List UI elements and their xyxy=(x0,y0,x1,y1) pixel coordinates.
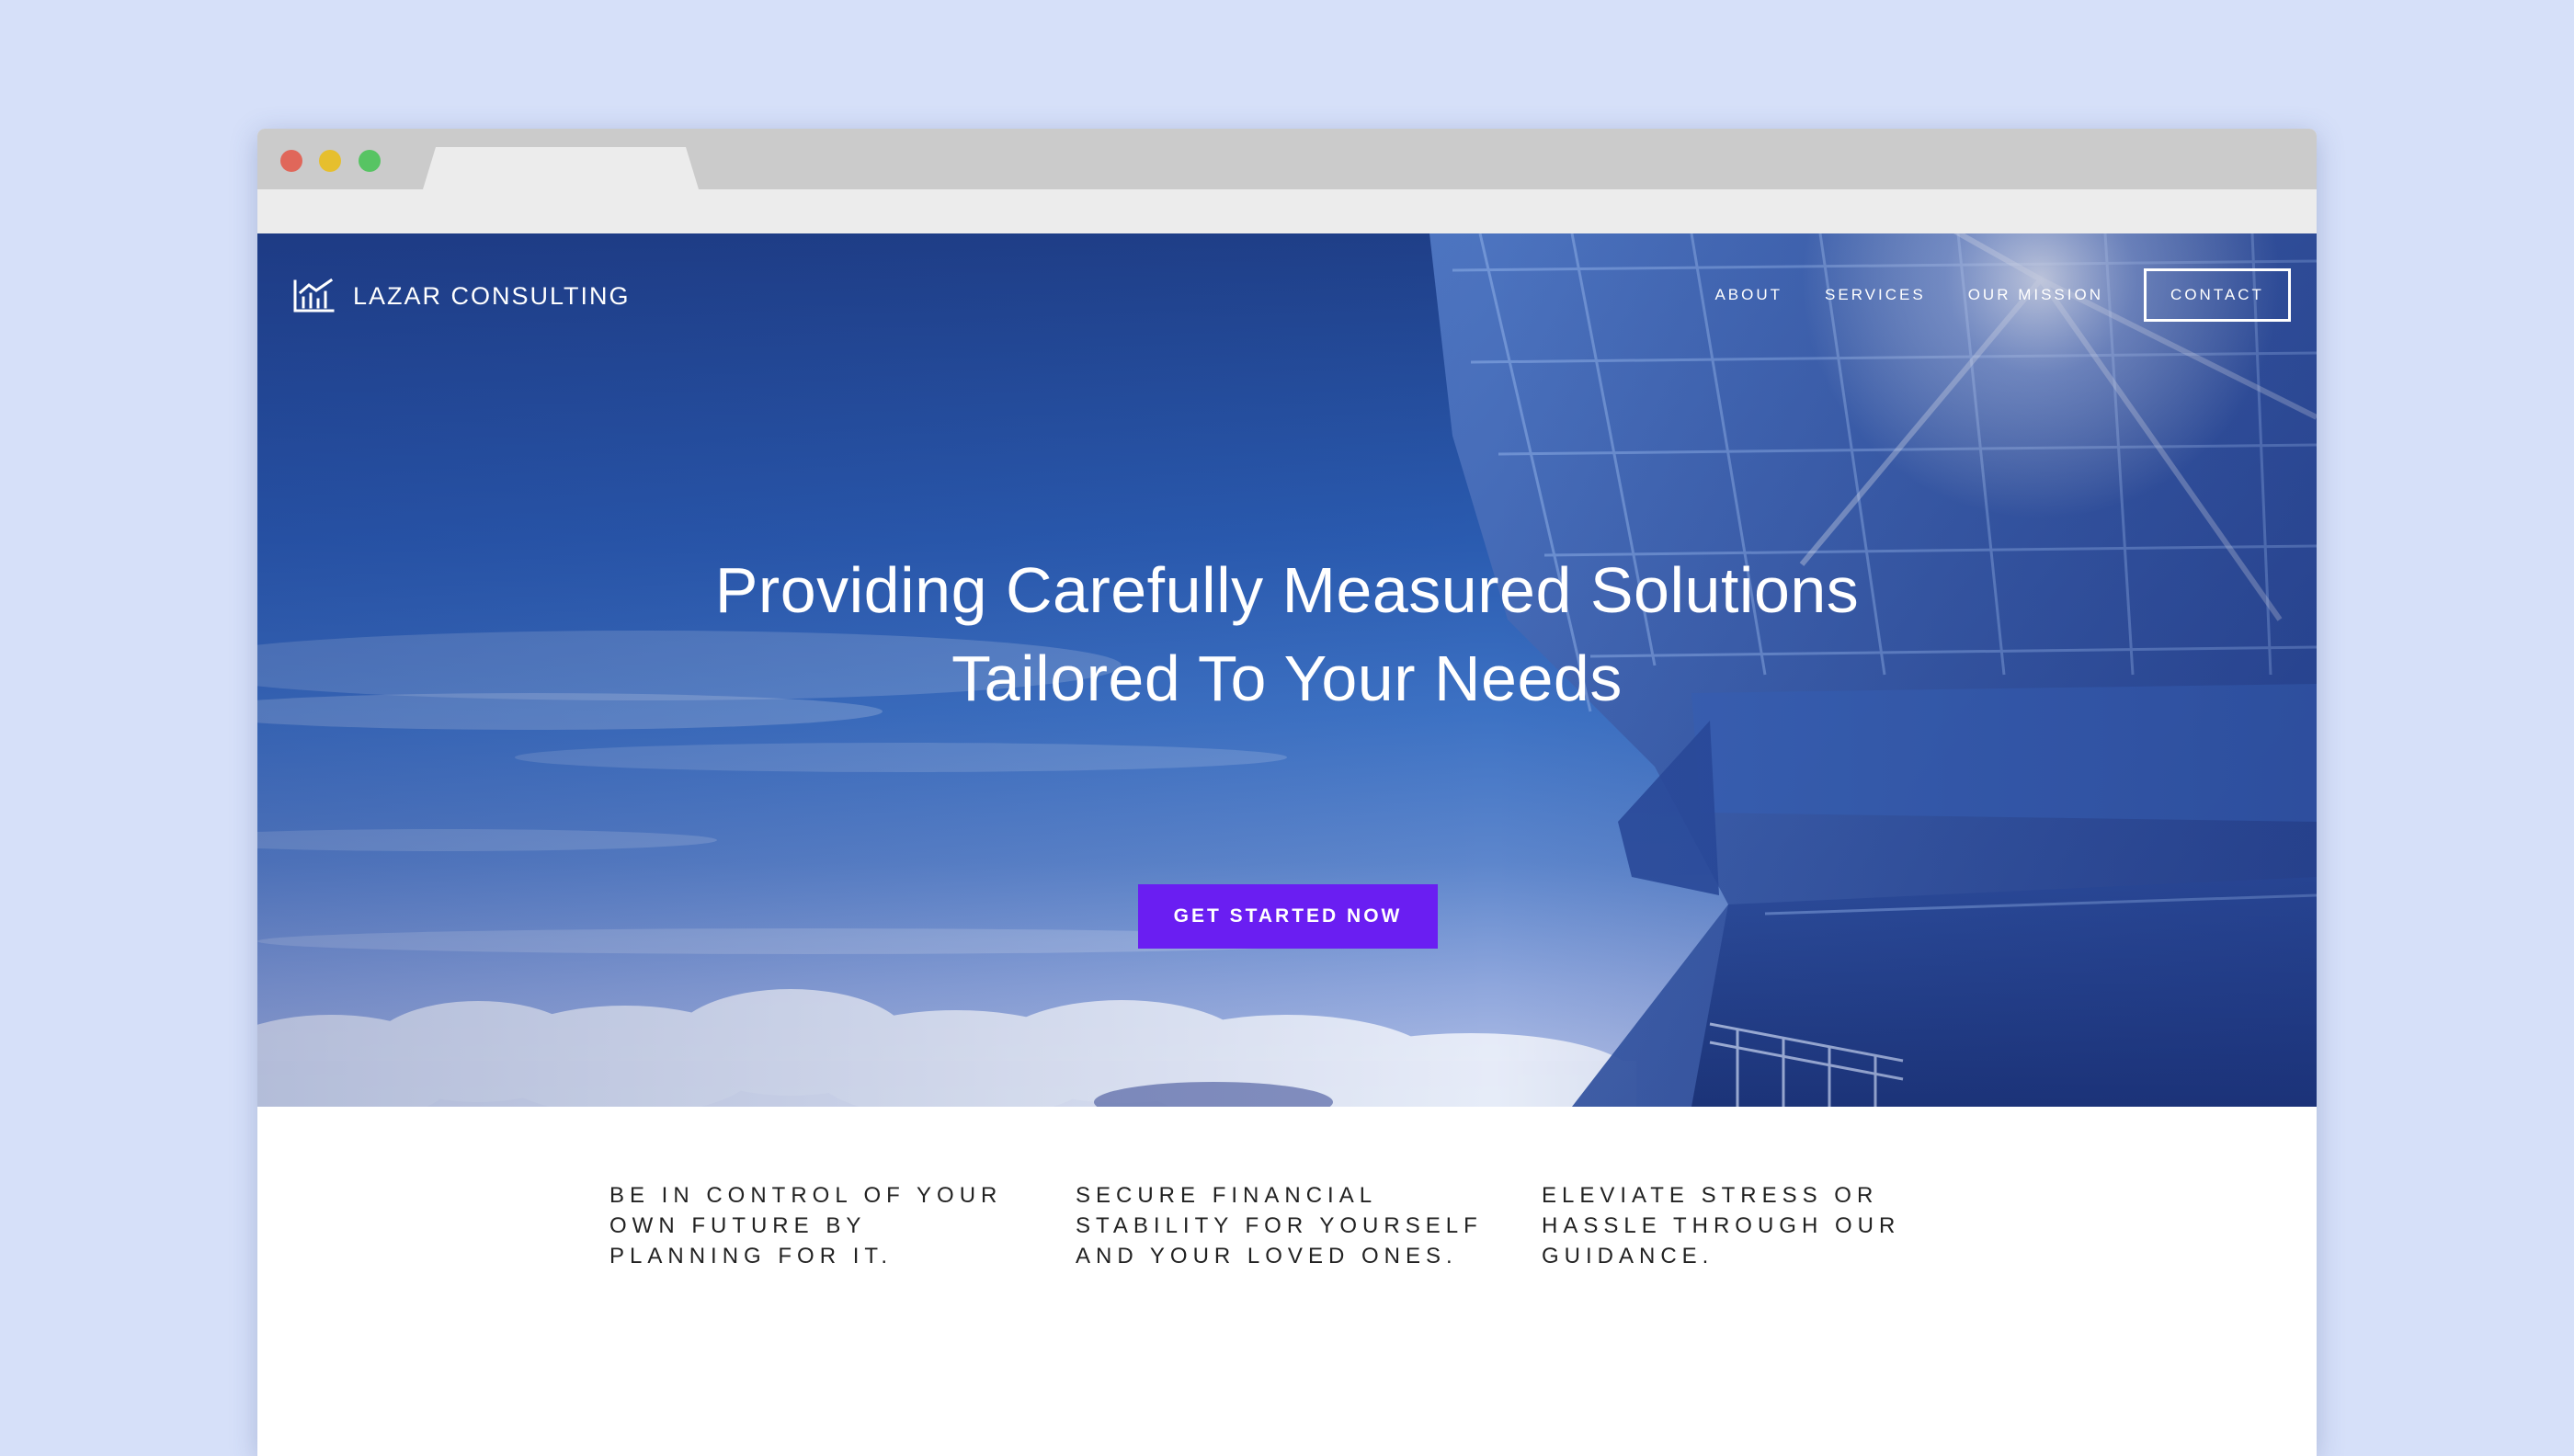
browser-address-bar[interactable] xyxy=(257,189,2317,234)
nav-item-services[interactable]: SERVICES xyxy=(1825,286,1926,304)
get-started-button[interactable]: GET STARTED NOW xyxy=(1138,884,1438,949)
bar-chart-trend-icon xyxy=(293,278,335,313)
brand-name: LAZAR CONSULTING xyxy=(353,281,631,310)
hero-headline-line-2: Tailored To Your Needs xyxy=(951,643,1623,714)
hero-headline-line-1: Providing Carefully Measured Solutions xyxy=(714,554,1860,626)
feature-text-1: BE IN CONTROL OF YOUR OWN FUTURE BY PLAN… xyxy=(609,1183,1003,1268)
browser-tab[interactable] xyxy=(423,147,699,189)
main-nav: ABOUT SERVICES OUR MISSION CONTACT xyxy=(1672,268,2291,322)
contact-button[interactable]: CONTACT xyxy=(2144,268,2291,322)
maximize-window-button[interactable] xyxy=(359,150,381,172)
hero-section: LAZAR CONSULTING ABOUT SERVICES OUR MISS… xyxy=(257,233,2317,1107)
close-window-button[interactable] xyxy=(280,150,302,172)
brand-logo[interactable]: LAZAR CONSULTING xyxy=(292,278,631,314)
browser-titlebar xyxy=(257,129,2317,189)
features-section: BE IN CONTROL OF YOUR OWN FUTURE BY PLAN… xyxy=(257,1107,2317,1456)
hero-headline: Providing Carefully Measured Solutions T… xyxy=(257,546,2317,722)
nav-item-about[interactable]: ABOUT xyxy=(1714,286,1782,304)
feature-text-2: SECURE FINANCIAL STABILITY FOR YOURSELF … xyxy=(1076,1183,1483,1268)
nav-item-our-mission[interactable]: OUR MISSION xyxy=(1968,286,2103,304)
feature-text-3: ELEVIATE STRESS OR HASSLE THROUGH OUR GU… xyxy=(1542,1183,1901,1268)
minimize-window-button[interactable] xyxy=(319,150,341,172)
browser-window: LAZAR CONSULTING ABOUT SERVICES OUR MISS… xyxy=(257,129,2317,1456)
